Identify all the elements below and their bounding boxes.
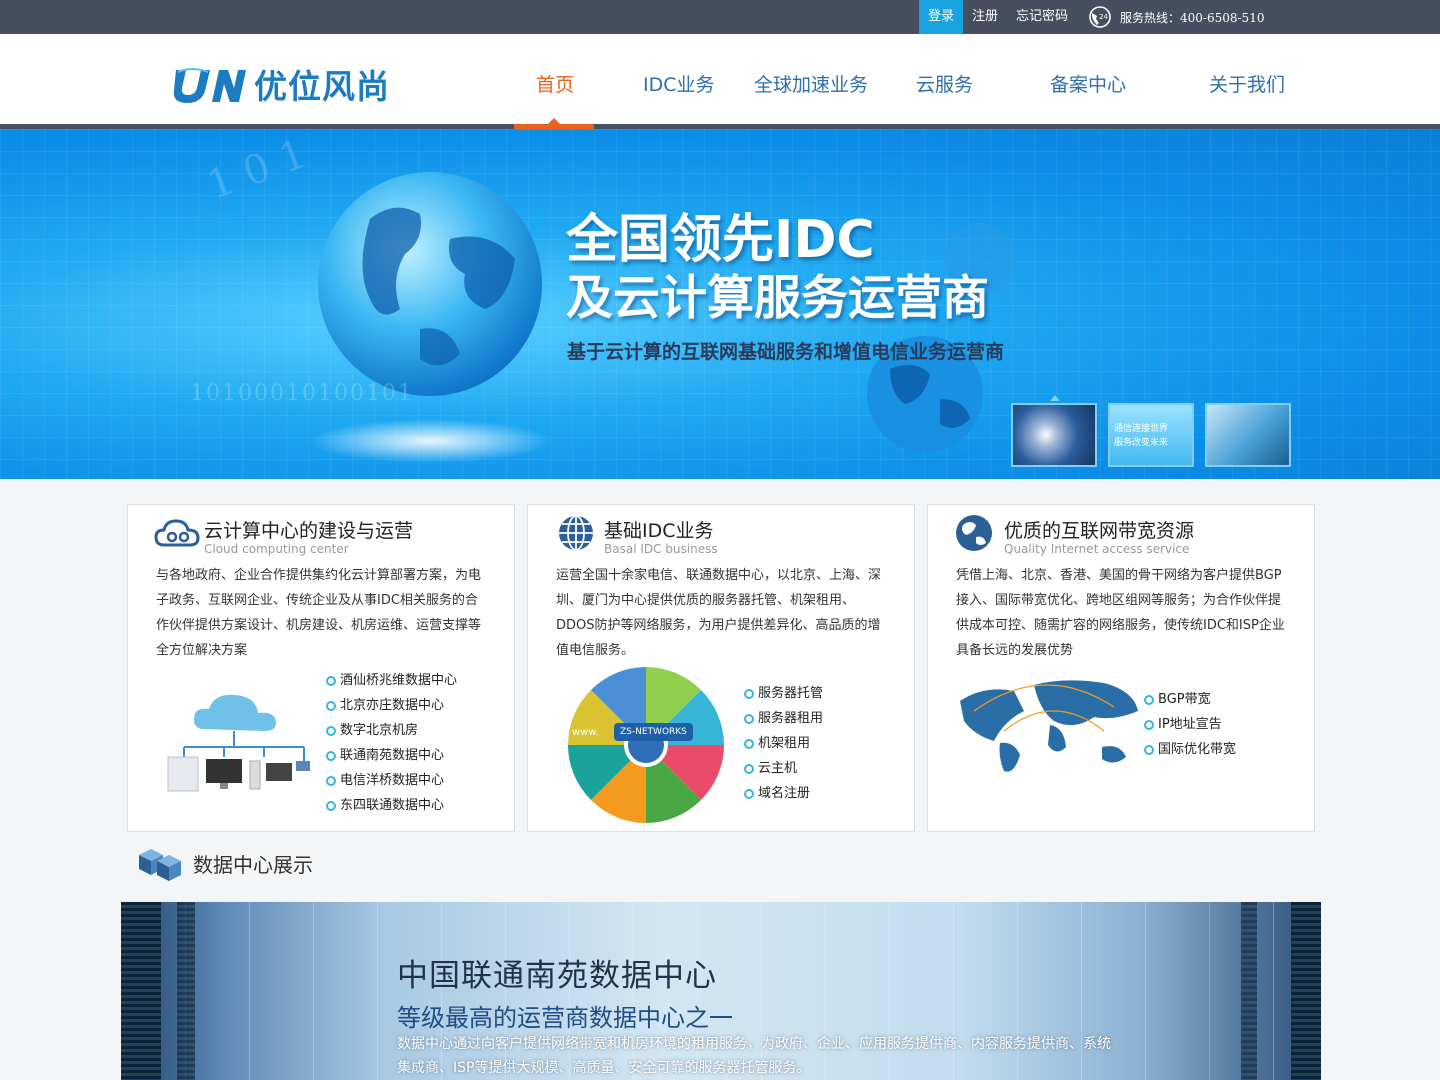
card-cloud-computing: 云计算中心的建设与运营 Cloud computing center 与各地政府… [127, 504, 515, 832]
card-title: 基础IDC业务 [604, 520, 714, 542]
banner-binary-text: 10100010100101 [190, 381, 414, 406]
card-description: 凭借上海、北京、香港、美国的骨干网络为客户提供BGP接入、国际带宽优化、跨地区组… [956, 568, 1285, 658]
card-title: 优质的互联网带宽资源 [1004, 520, 1195, 542]
globe-illustration [310, 172, 550, 463]
phone-24-icon: 24 [1089, 6, 1111, 28]
nav-cloud[interactable]: 云服务 [916, 70, 973, 97]
logo[interactable]: 优位风尚 [172, 60, 390, 108]
banner-thumbnails: 通信连接世界 服务改变未来 [1011, 403, 1291, 467]
banner-subtitle: 基于云计算的互联网基础服务和增值电信业务运营商 [567, 341, 1005, 363]
list-item[interactable]: BGP带宽 [1144, 687, 1236, 712]
cloud-network-illustration [167, 694, 310, 792]
cloud-icon [154, 519, 200, 547]
network-wheel-illustration [568, 667, 724, 823]
server-rack-right [1291, 902, 1321, 1080]
forgot-password-link[interactable]: 忘记密码 [1007, 0, 1077, 34]
nav-home[interactable]: 首页 [536, 70, 574, 97]
card-1-list: 酒仙桥兆维数据中心 北京亦庄数据中心 数字北京机房 联通南苑数据中心 电信洋桥数… [326, 668, 457, 818]
card-subtitle: Cloud computing center [204, 542, 349, 556]
nav-idc[interactable]: IDC业务 [643, 70, 715, 97]
server-rack-left-2 [177, 902, 195, 1080]
register-link[interactable]: 注册 [963, 0, 1007, 34]
list-item[interactable]: 云主机 [744, 756, 823, 781]
list-item[interactable]: 域名注册 [744, 781, 823, 806]
section-title: 数据中心展示 [193, 852, 313, 877]
list-item[interactable]: 酒仙桥兆维数据中心 [326, 668, 457, 693]
datacenter-showcase[interactable]: 中国联通南苑数据中心 等级最高的运营商数据中心之一 数据中心通过向客户提供网络带… [121, 902, 1321, 1080]
svg-text:24: 24 [1099, 13, 1108, 21]
banner-thumb-3[interactable] [1205, 403, 1291, 467]
network-badge: ZS-NETWORKS [614, 723, 693, 741]
account-links: 登录 注册 忘记密码 [919, 0, 1077, 34]
list-item[interactable]: 国际优化带宽 [1144, 737, 1236, 762]
network-www-label: www. [572, 727, 599, 738]
list-item[interactable]: IP地址宣告 [1144, 712, 1236, 737]
thumb-caret-icon [1050, 395, 1060, 401]
server-rack-left [121, 902, 161, 1080]
nav-global-acceleration[interactable]: 全球加速业务 [754, 70, 868, 97]
banner-thumb-2-caption: 通信连接世界 服务改变未来 [1114, 424, 1169, 448]
card-bandwidth: 优质的互联网带宽资源 Quality Internet access servi… [927, 504, 1315, 832]
globe-icon [956, 515, 992, 551]
banner-title-2: 及云计算服务运营商 [566, 271, 989, 326]
server-cubes-icon [139, 849, 181, 881]
showcase-subtitle: 等级最高的运营商数据中心之一 [397, 1004, 733, 1032]
card-3-list: BGP带宽 IP地址宣告 国际优化带宽 [1144, 687, 1236, 762]
logo-mark-icon [173, 68, 246, 103]
card-2-list: 服务器托管 服务器租用 机架租用 云主机 域名注册 [744, 681, 823, 806]
card-subtitle: Quality Internet access service [1004, 542, 1190, 556]
list-item[interactable]: 电信洋桥数据中心 [326, 768, 457, 793]
card-title: 云计算中心的建设与运营 [204, 520, 414, 542]
card-description: 运营全国十余家电信、联通数据中心，以北京、上海、深圳、厦门为中心提供优质的服务器… [556, 568, 882, 658]
list-item[interactable]: 北京亦庄数据中心 [326, 693, 457, 718]
banner-thumb-2[interactable]: 通信连接世界 服务改变未来 [1108, 403, 1194, 467]
datacenter-section-heading: 数据中心展示 [135, 843, 313, 883]
showcase-title: 中国联通南苑数据中心 [397, 958, 717, 994]
card-description: 与各地政府、企业合作提供集约化云计算部署方案，为电子政务、互联网企业、传统企业及… [156, 568, 482, 658]
card-subtitle: Basal IDC business [604, 542, 718, 556]
nav-filing-center[interactable]: 备案中心 [1050, 70, 1126, 97]
hero-banner: 10100010100101 1 0 1 全国领先IDC 及云计算服务运营商 基… [0, 129, 1440, 479]
login-link[interactable]: 登录 [919, 0, 964, 34]
list-item[interactable]: 服务器托管 [744, 681, 823, 706]
nav-about[interactable]: 关于我们 [1209, 70, 1285, 97]
list-item[interactable]: 东四联通数据中心 [326, 793, 457, 818]
list-item[interactable]: 服务器租用 [744, 706, 823, 731]
brand-name: 优位风尚 [254, 67, 390, 106]
hotline: 24 服务热线：400-6508-510 [1088, 0, 1264, 34]
nav-caret-icon [548, 118, 560, 124]
card-basal-idc: 基础IDC业务 Basal IDC business 运营全国十余家电信、联通数… [527, 504, 915, 832]
server-rack-right-2 [1241, 902, 1257, 1080]
banner-thumb-1[interactable] [1011, 403, 1097, 467]
top-bar: 登录 注册 忘记密码 24 服务热线：400-6508-510 [0, 0, 1440, 34]
showcase-description: 数据中心通过向客户提供网络带宽和机房环境的租用服务，为政府、企业、应用服务提供商… [397, 1036, 1111, 1076]
list-item[interactable]: 数字北京机房 [326, 718, 457, 743]
world-map-illustration [960, 680, 1138, 772]
list-item[interactable]: 机架租用 [744, 731, 823, 756]
globe-grid-icon [559, 515, 593, 551]
hotline-text: 服务热线：400-6508-510 [1120, 10, 1265, 25]
list-item[interactable]: 联通南苑数据中心 [326, 743, 457, 768]
